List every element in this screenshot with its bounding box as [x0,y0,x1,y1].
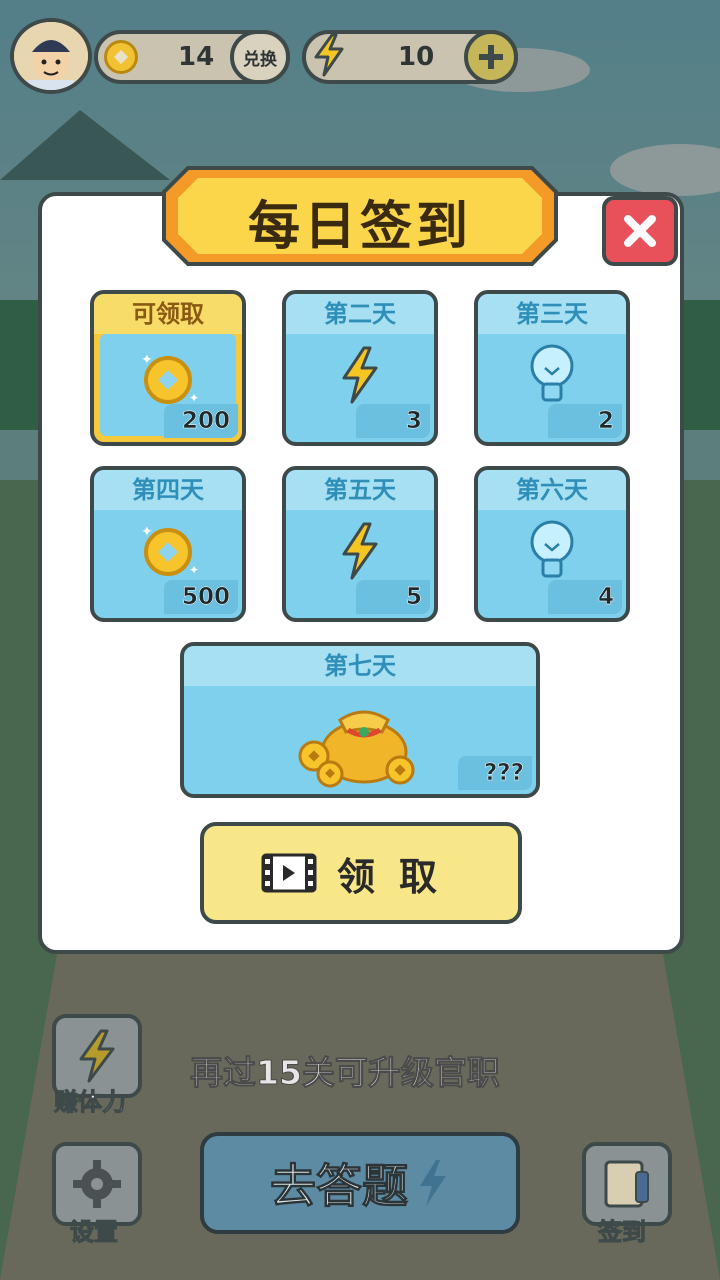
day-card-3[interactable]: 第三天 2 [474,290,630,446]
coin-icon [104,40,138,74]
lightbulb-icon [478,518,626,580]
day-card-5[interactable]: 第五天 5 [282,466,438,622]
svg-text:✦: ✦ [141,352,153,368]
lightning-icon [420,1160,446,1206]
close-icon [624,215,656,247]
day-reward-amount: ??? [458,756,532,790]
claim-button[interactable]: 领取 [200,822,522,924]
player-avatar[interactable] [10,18,92,94]
day-reward-amount: 3 [356,404,430,438]
lightning-icon [312,33,346,81]
coin-icon: ✦ ✦ [94,522,242,582]
svg-text:✦: ✦ [141,524,153,540]
go-answer-button[interactable]: 去答题 [200,1132,520,1234]
day-card-label: 第五天 [286,470,434,510]
lightning-icon [286,346,434,404]
day-card-label: 第七天 [184,646,536,686]
coin-counter: 14 兑换 [94,30,290,84]
lightning-icon [79,1029,115,1083]
svg-text:✦: ✦ [189,563,199,577]
video-icon [261,853,317,893]
settings-label: 设置 [70,1218,119,1247]
day-reward-amount: 2 [548,404,622,438]
day-card-1[interactable]: 可领取 ✦ ✦ 200 [90,290,246,446]
day-card-label: 可领取 [94,294,242,334]
earn-energy-label: 赚体力 [54,1088,127,1117]
day-card-label: 第二天 [286,294,434,334]
go-answer-label: 去答题 [270,1159,409,1214]
title-banner: 每日签到 [158,160,562,272]
day-reward-amount: 4 [548,580,622,614]
gear-icon [73,1160,121,1208]
promotion-hint: 再过15关可升级官职 [190,1053,501,1093]
coin-count: 14 [178,42,215,72]
claim-button-label: 领取 [336,854,461,899]
modal-title: 每日签到 [247,197,472,257]
day-reward-amount: 500 [164,580,238,614]
day-card-label: 第六天 [478,470,626,510]
exchange-button[interactable]: 兑换 [230,30,290,84]
day-card-7[interactable]: 第七天 ??? [180,642,540,798]
day-reward-amount: 5 [356,580,430,614]
lightbulb-icon [478,342,626,404]
close-button[interactable] [602,196,678,266]
add-energy-button[interactable] [464,30,518,84]
lightning-icon [286,522,434,580]
day-card-label: 第四天 [94,470,242,510]
day-reward-amount: 200 [164,404,238,438]
energy-counter: 10 [302,30,518,84]
top-bar: 14 兑换 10 [10,18,710,94]
svg-text:✦: ✦ [189,391,199,405]
calendar-book-icon [604,1160,649,1208]
plus-icon [479,45,503,69]
day-card-6[interactable]: 第六天 4 [474,466,630,622]
day-card-2[interactable]: 第二天 3 [282,290,438,446]
day-card-4[interactable]: 第四天 ✦ ✦ 500 [90,466,246,622]
checkin-label: 签到 [598,1218,647,1247]
energy-count: 10 [398,42,435,72]
day-card-label: 第三天 [478,294,626,334]
coin-icon: ✦ ✦ [94,350,242,410]
